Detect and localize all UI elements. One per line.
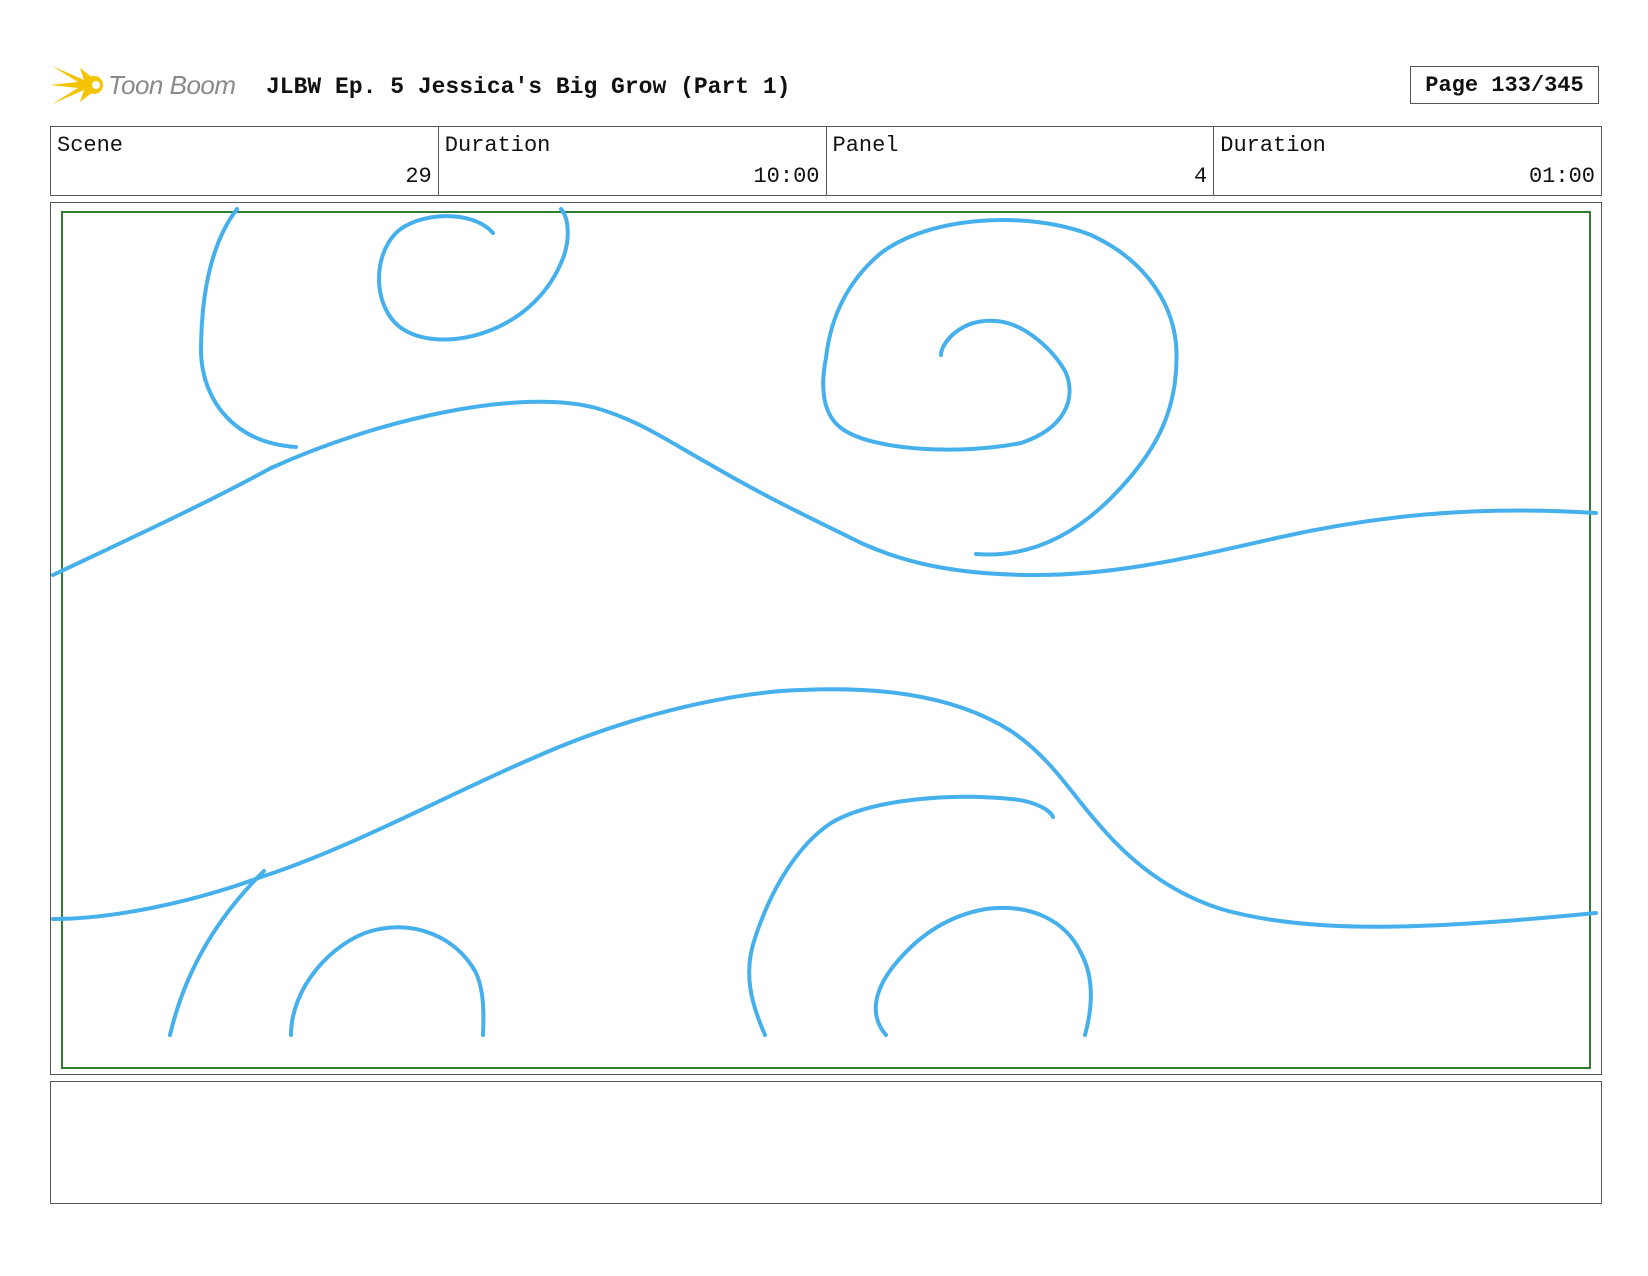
panel-sketch bbox=[51, 207, 1598, 1069]
toon-boom-logo: Toon Boom bbox=[50, 58, 250, 112]
panel-cell: Panel 4 bbox=[827, 127, 1215, 195]
caption-area bbox=[50, 1081, 1602, 1204]
panel-label: Panel bbox=[832, 133, 899, 158]
panel-duration-label: Duration bbox=[1220, 133, 1326, 158]
scene-duration-value: 10:00 bbox=[753, 164, 820, 189]
page-number: Page 133/345 bbox=[1410, 66, 1599, 104]
scene-duration-label: Duration bbox=[444, 133, 551, 158]
logo-text: Toon Boom bbox=[108, 70, 236, 100]
scene-duration-cell: Duration 10:00 bbox=[439, 127, 827, 195]
document-title: JLBW Ep. 5 Jessica's Big Grow (Part 1) bbox=[266, 74, 791, 100]
panel-duration-cell: Duration 01:00 bbox=[1214, 127, 1601, 195]
storyboard-panel bbox=[50, 202, 1602, 1075]
page-header: Toon Boom JLBW Ep. 5 Jessica's Big Grow … bbox=[50, 56, 1602, 116]
safe-area-frame bbox=[61, 211, 1591, 1069]
panel-duration-value: 01:00 bbox=[1528, 164, 1595, 189]
scene-info-row: Scene 29 Duration 10:00 Panel 4 Duration… bbox=[50, 126, 1602, 196]
sketch-strokes bbox=[51, 207, 1598, 1037]
scene-value: 29 bbox=[405, 164, 432, 189]
toon-boom-star-icon bbox=[50, 66, 103, 104]
scene-cell: Scene 29 bbox=[51, 127, 439, 195]
panel-value: 4 bbox=[1194, 164, 1208, 189]
scene-label: Scene bbox=[57, 133, 124, 158]
